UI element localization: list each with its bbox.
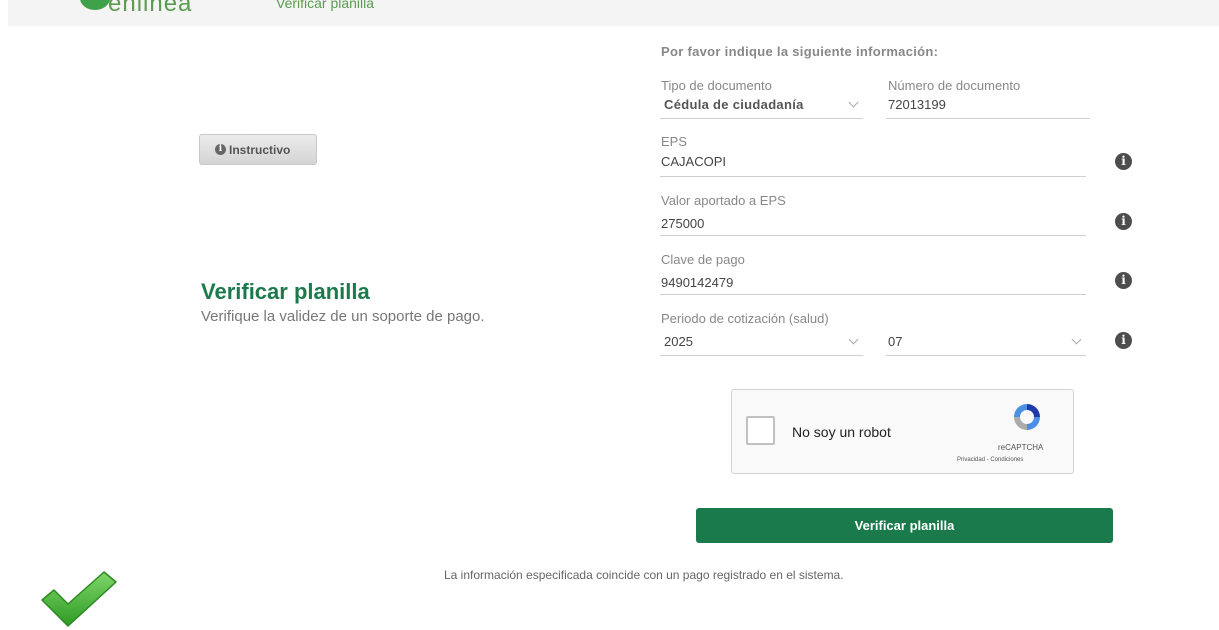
chevron-down-icon: [1071, 334, 1082, 345]
info-icon[interactable]: i: [1115, 213, 1132, 230]
periodo-label: Periodo de cotización (salud): [661, 311, 829, 326]
info-icon[interactable]: i: [1115, 272, 1132, 289]
recaptcha-icon: [1014, 404, 1040, 430]
field-underline: [886, 355, 1086, 356]
page-subtitle: Verifique la validez de un soporte de pa…: [201, 308, 485, 325]
result-message: La información especificada coincide con…: [444, 568, 844, 582]
periodo-month-value: 07: [888, 334, 903, 349]
logo-icon: [80, 0, 110, 10]
field-underline: [660, 235, 1086, 236]
valor-aportado-value: 275000: [661, 216, 705, 231]
form-heading: Por favor indique la siguiente informaci…: [661, 44, 939, 59]
instructivo-label: Instructivo: [229, 142, 291, 157]
recaptcha-widget: No soy un robot reCAPTCHA Privacidad - C…: [731, 389, 1074, 474]
clave-pago-label: Clave de pago: [661, 252, 745, 267]
numero-documento-value: 72013199: [888, 97, 946, 112]
chevron-down-icon: [848, 97, 859, 108]
nav-link-verificar[interactable]: Verificar planilla: [276, 0, 374, 11]
eps-value: CAJACOPI: [661, 154, 727, 169]
info-icon: i: [215, 144, 226, 155]
tipo-documento-label: Tipo de documento: [661, 78, 772, 93]
field-underline: [660, 294, 1086, 295]
chevron-down-icon: [848, 334, 859, 345]
instructivo-button[interactable]: i Instructivo: [199, 134, 317, 165]
page-title: Verificar planilla: [201, 279, 370, 304]
numero-documento-label: Número de documento: [888, 78, 1021, 93]
recaptcha-links[interactable]: Privacidad - Condiciones: [957, 457, 1023, 463]
eps-label: EPS: [661, 134, 688, 149]
top-navbar: enlinea Verificar planilla: [8, 0, 1219, 26]
recaptcha-checkbox[interactable]: [746, 416, 775, 445]
tipo-documento-value: Cédula de ciudadanía: [664, 97, 804, 112]
checkmark-icon: [41, 571, 117, 627]
info-icon[interactable]: i: [1115, 332, 1132, 349]
info-icon[interactable]: i: [1115, 153, 1132, 170]
clave-pago-value: 9490142479: [661, 275, 734, 290]
verificar-planilla-button[interactable]: Verificar planilla: [696, 508, 1113, 543]
valor-aportado-label: Valor aportado a EPS: [661, 193, 786, 208]
recaptcha-brand: reCAPTCHA: [998, 443, 1044, 452]
field-underline: [660, 118, 863, 119]
periodo-year-value: 2025: [664, 334, 693, 349]
recaptcha-label: No soy un robot: [792, 424, 891, 440]
logo-text: enlinea: [108, 0, 193, 17]
field-underline: [660, 176, 1086, 177]
field-underline: [886, 118, 1090, 119]
field-underline: [660, 355, 863, 356]
